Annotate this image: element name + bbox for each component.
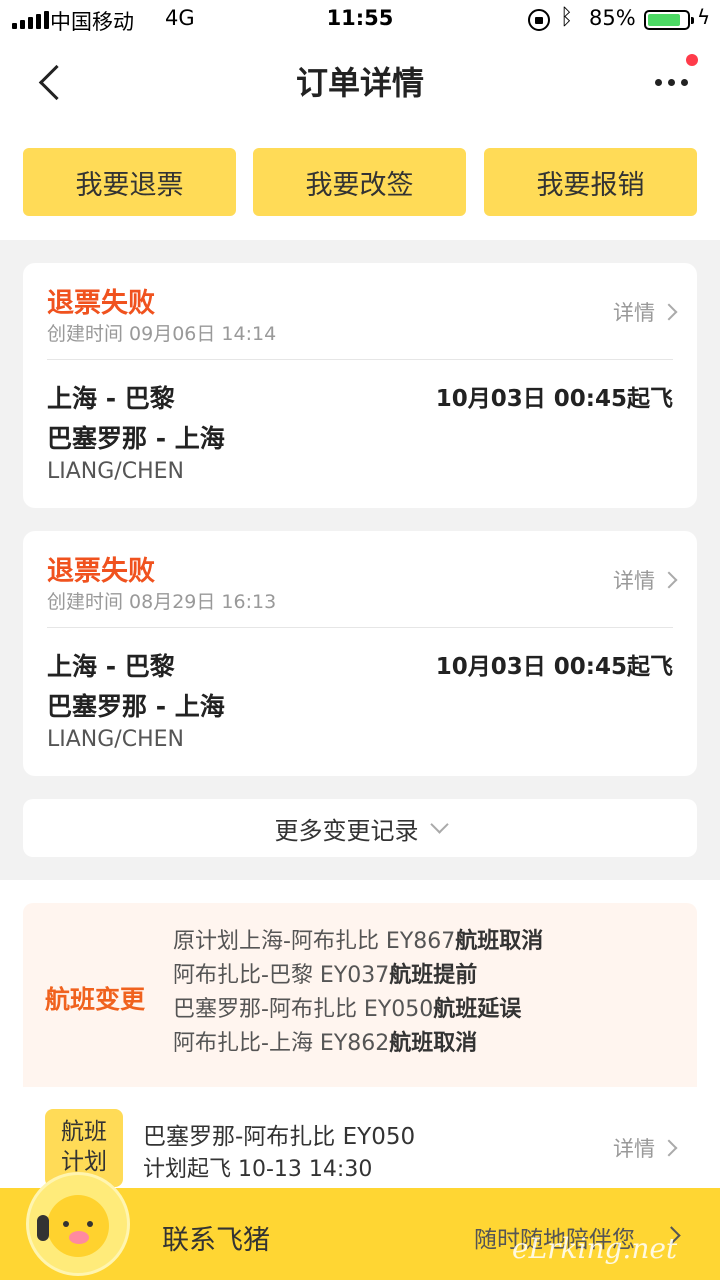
created-time: 创建时间 09月06日 14:14 (47, 323, 277, 345)
pig-mascot-avatar[interactable] (26, 1172, 130, 1276)
flight-plan-row[interactable]: 航班 计划 巴塞罗那-阿布扎比 EY050 计划起飞 10-13 14:30 详… (23, 1087, 697, 1197)
charging-icon: ϟ (697, 5, 711, 29)
detail-link[interactable]: 详情 (613, 297, 678, 327)
lock-rotation-icon (528, 9, 550, 31)
detail-label: 详情 (613, 1137, 655, 1161)
passenger-name: LIANG/CHEN (47, 727, 184, 752)
chevron-down-icon (429, 814, 449, 834)
notification-dot (686, 54, 698, 66)
route-return: 巴塞罗那 - 上海 (47, 692, 225, 721)
flight-change-item: 阿布扎比-上海 EY862航班取消 (173, 1031, 478, 1056)
battery-percent: 85% (589, 6, 636, 30)
battery-icon (644, 10, 694, 30)
bluetooth-icon: ᛒ (560, 5, 574, 30)
flight-change-list: 原计划上海-阿布扎比 EY867航班取消 阿布扎比-巴黎 EY037航班提前 巴… (173, 925, 543, 1061)
divider (47, 359, 673, 360)
reimburse-button[interactable]: 我要报销 (484, 148, 697, 216)
flight-change-item: 阿布扎比-巴黎 EY037航班提前 (173, 963, 478, 988)
passenger-name: LIANG/CHEN (47, 459, 184, 484)
route-outbound: 上海 - 巴黎 (47, 652, 175, 681)
refund-record-card[interactable]: 退票失败 创建时间 09月06日 14:14 详情 上海 - 巴黎 巴塞罗那 -… (23, 263, 697, 508)
detail-label: 详情 (613, 301, 655, 325)
refund-record-card[interactable]: 退票失败 创建时间 08月29日 16:13 详情 上海 - 巴黎 巴塞罗那 -… (23, 531, 697, 776)
status-badge: 退票失败 (47, 288, 155, 319)
created-time: 创建时间 08月29日 16:13 (47, 591, 277, 613)
action-bar: 我要退票 我要改签 我要报销 (0, 124, 720, 240)
chevron-right-icon (660, 303, 678, 321)
detail-link[interactable]: 详情 (613, 565, 678, 595)
contact-label[interactable]: 联系飞猪 (162, 1218, 270, 1257)
more-records-button[interactable]: 更多变更记录 (23, 799, 697, 857)
departure-time: 10月03日 00:45起飞 (435, 386, 673, 412)
detail-link[interactable]: 详情 (613, 1133, 678, 1163)
chevron-right-icon (660, 1139, 678, 1157)
flight-plan-route: 巴塞罗那-阿布扎比 EY050 (143, 1124, 416, 1150)
status-bar: 中国移动 4G 11:55 ᛒ 85% ϟ (0, 0, 720, 40)
flight-change-label: 航班变更 (45, 985, 146, 1014)
status-badge: 退票失败 (47, 556, 155, 587)
more-dots-icon[interactable] (646, 64, 696, 100)
flight-plan-time: 计划起飞 10-13 14:30 (143, 1157, 373, 1182)
refund-button[interactable]: 我要退票 (23, 148, 236, 216)
flight-change-item: 原计划上海-阿布扎比 EY867航班取消 (173, 929, 544, 954)
detail-label: 详情 (613, 569, 655, 593)
more-records-label: 更多变更记录 (274, 816, 419, 845)
nav-bar: 订单详情 (0, 40, 720, 124)
change-ticket-button[interactable]: 我要改签 (253, 148, 466, 216)
flight-change-box: 航班变更 原计划上海-阿布扎比 EY867航班取消 阿布扎比-巴黎 EY037航… (23, 903, 697, 1087)
departure-time: 10月03日 00:45起飞 (435, 654, 673, 680)
divider (47, 627, 673, 628)
flight-change-item: 巴塞罗那-阿布扎比 EY050航班延误 (173, 997, 522, 1022)
route-return: 巴塞罗那 - 上海 (47, 424, 225, 453)
route-outbound: 上海 - 巴黎 (47, 384, 175, 413)
chevron-right-icon (660, 571, 678, 589)
watermark: eLrking.net (512, 1232, 678, 1265)
page-title: 订单详情 (295, 64, 424, 102)
